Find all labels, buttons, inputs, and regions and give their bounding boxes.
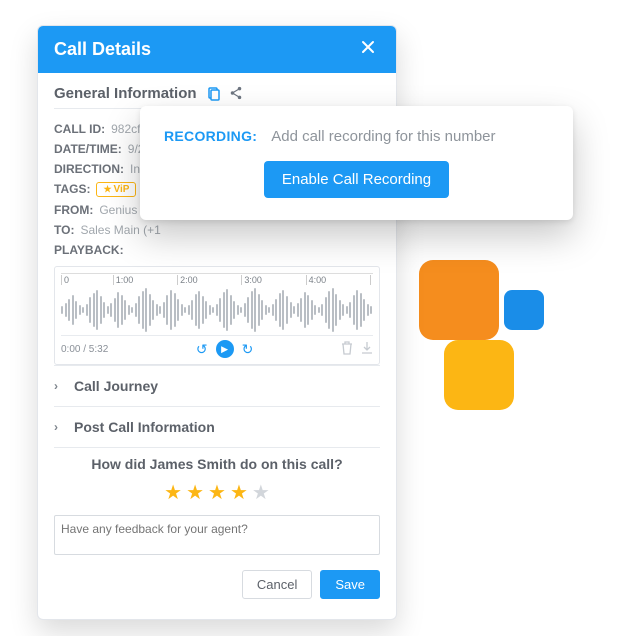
enable-recording-button[interactable]: Enable Call Recording	[264, 161, 449, 198]
star-rating[interactable]: ★ ★ ★ ★ ★	[54, 480, 380, 505]
to-label: TO:	[54, 223, 74, 237]
rating-question: How did James Smith do on this call?	[54, 456, 380, 472]
waveform[interactable]	[61, 285, 373, 335]
recording-label: RECORDING:	[164, 128, 257, 144]
decoration-orange	[419, 260, 499, 340]
star-icon[interactable]: ★	[186, 480, 204, 505]
playback-time: 0:00 / 5:32	[61, 344, 108, 355]
from-label: FROM:	[54, 203, 93, 217]
direction-label: DIRECTION:	[54, 162, 124, 176]
card-title: Call Details	[54, 39, 151, 60]
download-icon[interactable]	[361, 341, 373, 358]
share-icon[interactable]	[229, 86, 245, 102]
call-id-label: CALL ID:	[54, 122, 105, 136]
general-title: General Information	[54, 85, 197, 102]
delete-icon[interactable]	[341, 341, 353, 358]
card-header: Call Details	[38, 26, 396, 73]
copy-icon[interactable]	[205, 86, 221, 102]
playback-ruler: 0 1:00 2:00 3:00 4:00	[61, 273, 373, 285]
chevron-right-icon: ›	[54, 420, 64, 434]
star-icon[interactable]: ★	[164, 480, 182, 505]
star-icon[interactable]: ★	[230, 480, 248, 505]
vip-tag[interactable]: ViP	[96, 182, 136, 197]
datetime-label: DATE/TIME:	[54, 142, 122, 156]
cancel-button[interactable]: Cancel	[242, 570, 312, 599]
decoration-blue	[504, 290, 544, 330]
post-call-section[interactable]: › Post Call Information	[54, 406, 380, 447]
call-journey-section[interactable]: › Call Journey	[54, 365, 380, 406]
recording-text: Add call recording for this number	[271, 128, 495, 145]
play-icon[interactable]: ▶	[216, 340, 234, 358]
close-icon[interactable]	[356, 38, 380, 61]
star-icon[interactable]: ★	[252, 480, 270, 505]
feedback-textarea[interactable]	[54, 515, 380, 555]
recording-popover: RECORDING: Add call recording for this n…	[140, 106, 573, 220]
playback-widget: 0 1:00 2:00 3:00 4:00 0:00 / 5:32 ↺ ▶ ↻	[54, 266, 380, 365]
decoration-yellow	[444, 340, 514, 410]
playback-label: PLAYBACK:	[54, 243, 124, 257]
save-button[interactable]: Save	[320, 570, 380, 599]
chevron-right-icon: ›	[54, 379, 64, 393]
star-icon[interactable]: ★	[208, 480, 226, 505]
rewind-icon[interactable]: ↺	[196, 341, 208, 358]
tags-label: TAGS:	[54, 182, 90, 197]
to-value: Sales Main (+1	[80, 223, 160, 237]
forward-icon[interactable]: ↻	[242, 341, 254, 358]
